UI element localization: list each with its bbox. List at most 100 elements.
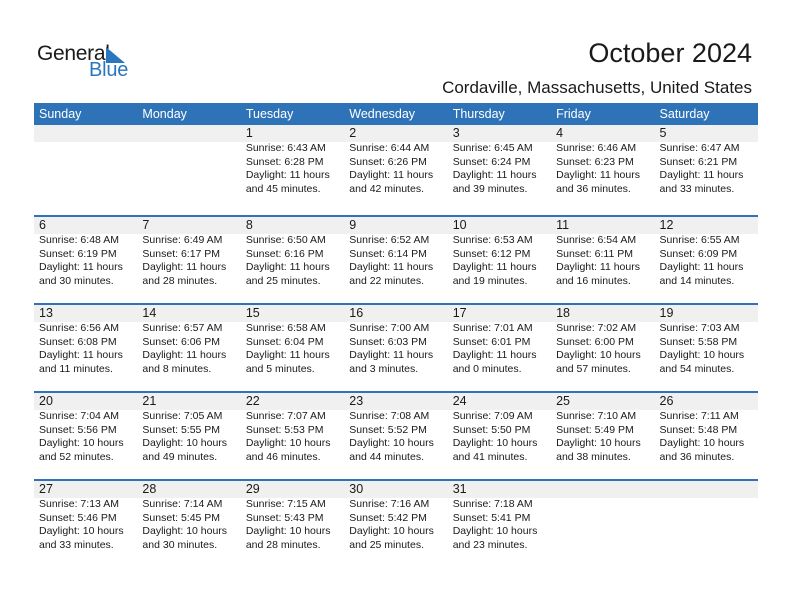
sunset-text: Sunset: 6:17 PM	[142, 247, 221, 260]
day-number	[556, 481, 654, 498]
day-number: 6	[39, 218, 46, 232]
sunrise-text: Sunrise: 7:14 AM	[142, 498, 223, 510]
weekday-tuesday: Tuesday	[245, 107, 294, 121]
day-cell: 13 Sunrise: 6:56 AM Sunset: 6:08 PM Dayligh…	[34, 305, 137, 376]
day-number: 14	[142, 306, 157, 320]
daylight-hours-text: Daylight: 10 hours	[349, 437, 434, 450]
daylight-minutes-text: and 38 minutes.	[556, 450, 631, 463]
day-number: 19	[659, 306, 674, 320]
day-cell: 29 Sunrise: 7:15 AM Sunset: 5:43 PM Dayligh…	[241, 481, 344, 552]
sunrise-text: Sunrise: 7:02 AM	[556, 322, 637, 334]
weekday-sunday: Sunday	[39, 107, 82, 121]
sunrise-text: Sunrise: 6:50 AM	[245, 234, 326, 246]
day-number: 10	[452, 218, 467, 232]
daylight-minutes-text: and 16 minutes.	[556, 274, 631, 287]
logo: General Blue	[37, 42, 137, 82]
daylight-hours-text: Daylight: 10 hours	[245, 437, 331, 450]
day-cell: 14 Sunrise: 6:57 AM Sunset: 6:06 PM Dayligh…	[137, 305, 240, 376]
daylight-hours-text: Daylight: 11 hours	[452, 349, 537, 362]
daylight-minutes-text: and 23 minutes.	[452, 538, 528, 551]
day-number: 27	[39, 482, 53, 496]
sunrise-text: Sunrise: 6:45 AM	[452, 142, 533, 154]
daylight-hours-text: Daylight: 10 hours	[142, 437, 228, 450]
sunset-text: Sunset: 6:08 PM	[39, 335, 117, 348]
sunset-text: Sunset: 6:26 PM	[349, 155, 427, 168]
daylight-hours-text: Daylight: 10 hours	[556, 349, 641, 362]
sunset-text: Sunset: 5:53 PM	[245, 423, 324, 436]
daylight-minutes-text: and 25 minutes.	[349, 538, 424, 551]
daylight-minutes-text: and 5 minutes.	[245, 362, 315, 375]
sunset-text: Sunset: 5:49 PM	[556, 423, 634, 436]
sunrise-text: Sunrise: 6:54 AM	[556, 234, 637, 246]
week-row: 20 Sunrise: 7:04 AM Sunset: 5:56 PM Dayligh…	[34, 391, 758, 479]
week-row: 13 Sunrise: 6:56 AM Sunset: 6:08 PM Dayligh…	[34, 303, 758, 391]
sunset-text: Sunset: 6:12 PM	[452, 247, 531, 260]
day-cell	[34, 125, 137, 196]
daylight-minutes-text: and 0 minutes.	[452, 362, 522, 375]
day-cell: 24 Sunrise: 7:09 AM Sunset: 5:50 PM Dayligh…	[448, 393, 551, 464]
day-cell	[655, 481, 758, 552]
day-number: 24	[452, 394, 467, 408]
day-number: 26	[659, 394, 674, 408]
daylight-minutes-text: and 45 minutes.	[245, 182, 321, 195]
day-cell: 7 Sunrise: 6:49 AM Sunset: 6:17 PM Daylight…	[137, 217, 240, 288]
day-cell	[137, 125, 240, 196]
sunset-text: Sunset: 5:45 PM	[142, 511, 221, 524]
day-cell: 25 Sunrise: 7:10 AM Sunset: 5:49 PM Dayligh…	[551, 393, 654, 464]
day-cell: 31 Sunrise: 7:18 AM Sunset: 5:41 PM Dayligh…	[448, 481, 551, 552]
week-cells: 20 Sunrise: 7:04 AM Sunset: 5:56 PM Dayligh…	[34, 393, 758, 464]
sunrise-text: Sunrise: 7:07 AM	[245, 410, 326, 422]
daylight-minutes-text: and 54 minutes.	[659, 362, 735, 375]
sunset-text: Sunset: 5:43 PM	[245, 511, 324, 524]
day-cell: 22 Sunrise: 7:07 AM Sunset: 5:53 PM Dayligh…	[241, 393, 344, 464]
daylight-hours-text: Daylight: 11 hours	[659, 169, 744, 182]
daylight-hours-text: Daylight: 10 hours	[452, 525, 538, 538]
daylight-hours-text: Daylight: 10 hours	[452, 437, 538, 450]
daylight-minutes-text: and 57 minutes.	[556, 362, 631, 375]
sunset-text: Sunset: 5:55 PM	[142, 423, 221, 436]
daylight-hours-text: Daylight: 11 hours	[349, 169, 434, 182]
day-cell: 23 Sunrise: 7:08 AM Sunset: 5:52 PM Dayligh…	[344, 393, 447, 464]
day-number: 9	[349, 218, 357, 232]
day-number: 28	[142, 482, 157, 496]
daylight-minutes-text: and 36 minutes.	[659, 450, 735, 463]
week-cells: 27 Sunrise: 7:13 AM Sunset: 5:46 PM Dayligh…	[34, 481, 758, 552]
daylight-hours-text: Daylight: 11 hours	[142, 349, 227, 362]
daylight-hours-text: Daylight: 10 hours	[245, 525, 331, 538]
sunrise-text: Sunrise: 6:55 AM	[659, 234, 740, 246]
sunrise-text: Sunrise: 6:58 AM	[245, 322, 326, 334]
daylight-minutes-text: and 30 minutes.	[142, 538, 218, 551]
sunset-text: Sunset: 6:28 PM	[245, 155, 324, 168]
day-cell: 15 Sunrise: 6:58 AM Sunset: 6:04 PM Dayligh…	[241, 305, 344, 376]
daylight-minutes-text: and 36 minutes.	[556, 182, 631, 195]
sunrise-text: Sunrise: 6:49 AM	[142, 234, 223, 246]
day-cell: 21 Sunrise: 7:05 AM Sunset: 5:55 PM Dayligh…	[137, 393, 240, 464]
weekday-monday: Monday	[142, 107, 187, 121]
day-number: 30	[349, 482, 364, 496]
daylight-hours-text: Daylight: 10 hours	[659, 349, 745, 362]
day-number: 31	[452, 482, 467, 496]
day-number	[39, 125, 137, 142]
day-cell: 4 Sunrise: 6:46 AM Sunset: 6:23 PM Daylight…	[551, 125, 654, 196]
sunset-text: Sunset: 5:50 PM	[452, 423, 531, 436]
sunset-text: Sunset: 6:01 PM	[452, 335, 531, 348]
sunrise-text: Sunrise: 6:52 AM	[349, 234, 430, 246]
weekday-wednesday: Wednesday	[349, 107, 416, 121]
sunrise-text: Sunrise: 6:44 AM	[349, 142, 430, 154]
sunset-text: Sunset: 5:42 PM	[349, 511, 427, 524]
daylight-minutes-text: and 30 minutes.	[39, 274, 114, 287]
daylight-minutes-text: and 25 minutes.	[245, 274, 321, 287]
week-cells: 6 Sunrise: 6:48 AM Sunset: 6:19 PM Daylight…	[34, 217, 758, 288]
sunset-text: Sunset: 6:00 PM	[556, 335, 634, 348]
sunrise-text: Sunrise: 7:15 AM	[245, 498, 326, 510]
sunset-text: Sunset: 5:48 PM	[659, 423, 738, 436]
sunrise-text: Sunrise: 7:05 AM	[142, 410, 223, 422]
daylight-minutes-text: and 3 minutes.	[349, 362, 419, 375]
sunrise-text: Sunrise: 6:47 AM	[659, 142, 740, 154]
sunset-text: Sunset: 6:24 PM	[452, 155, 531, 168]
sunrise-text: Sunrise: 6:57 AM	[142, 322, 223, 334]
sunrise-text: Sunrise: 7:18 AM	[452, 498, 533, 510]
sunrise-text: Sunrise: 7:13 AM	[39, 498, 119, 510]
daylight-minutes-text: and 42 minutes.	[349, 182, 424, 195]
sunset-text: Sunset: 5:41 PM	[452, 511, 531, 524]
